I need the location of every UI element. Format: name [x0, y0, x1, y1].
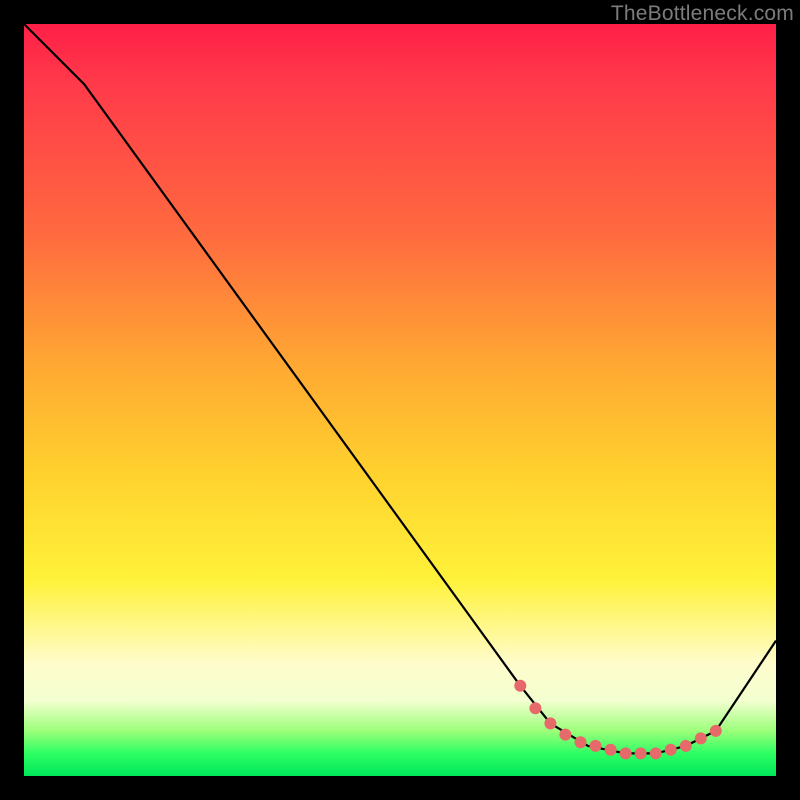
- valley-dot: [620, 747, 632, 759]
- valley-dot: [695, 732, 707, 744]
- chart-svg: [24, 24, 776, 776]
- valley-dot: [544, 717, 556, 729]
- valley-dot: [635, 747, 647, 759]
- valley-dot: [680, 740, 692, 752]
- chart-frame: [24, 24, 776, 776]
- valley-dot: [665, 744, 677, 756]
- valley-dot: [529, 702, 541, 714]
- valley-dot: [590, 740, 602, 752]
- valley-dot: [710, 725, 722, 737]
- valley-dot: [575, 736, 587, 748]
- watermark-text: TheBottleneck.com: [611, 2, 794, 26]
- valley-dot: [605, 744, 617, 756]
- valley-dot: [650, 747, 662, 759]
- valley-dot: [514, 680, 526, 692]
- bottleneck-curve-path: [24, 24, 776, 753]
- valley-dot: [559, 729, 571, 741]
- valley-dot-group: [514, 680, 722, 760]
